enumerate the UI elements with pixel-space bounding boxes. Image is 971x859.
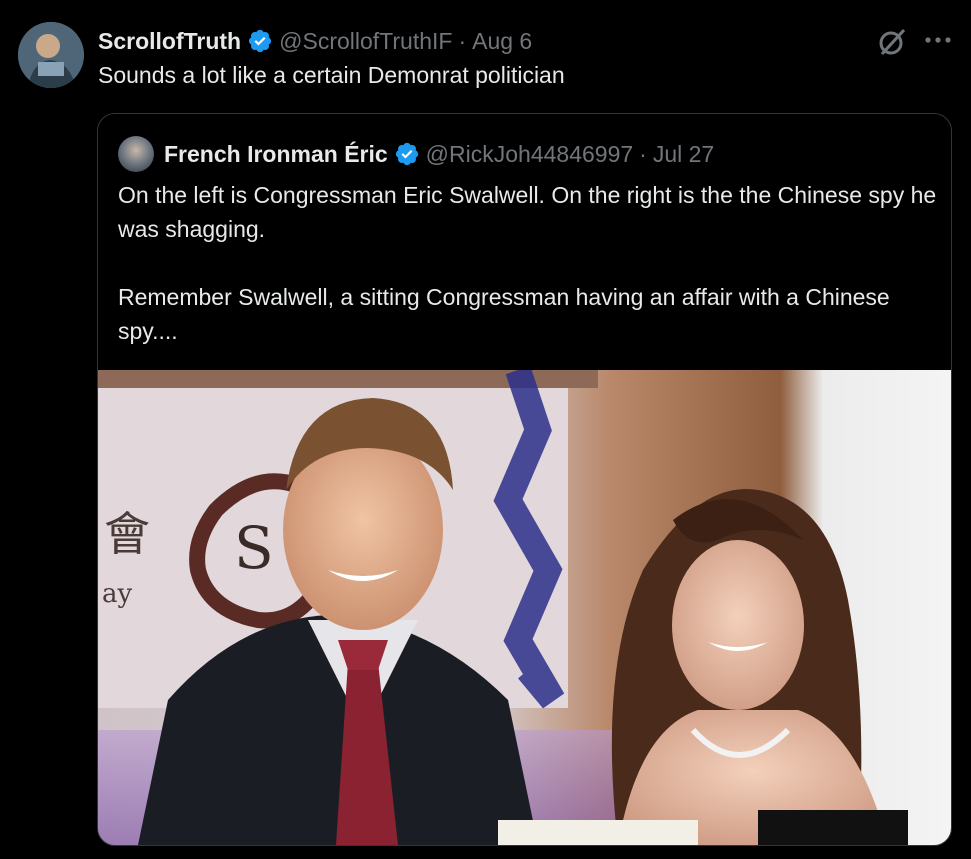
quoted-tweet-text: On the left is Congressman Eric Swalwell… (118, 178, 938, 348)
quoted-author-handle[interactable]: @RickJoh44846997 (426, 141, 633, 168)
author-handle[interactable]: @ScrollofTruthIF (279, 28, 452, 55)
quoted-paragraph: Remember Swalwell, a sitting Congressman… (118, 284, 890, 344)
grok-icon[interactable] (876, 26, 908, 58)
photo-chinese-character: 會 (104, 507, 150, 561)
separator-dot: · (458, 27, 467, 54)
photo-logo-letter: S (234, 514, 274, 582)
quoted-tweet-header: French Ironman Éric @RickJoh44846997 · J… (118, 136, 941, 172)
quoted-tweet-date[interactable]: Jul 27 (653, 141, 714, 168)
verified-badge-icon (247, 28, 273, 54)
quoted-tweet-card[interactable]: French Ironman Éric @RickJoh44846997 · J… (97, 113, 952, 846)
quoted-author-display-name[interactable]: French Ironman Éric (164, 141, 388, 168)
verified-badge-icon (394, 141, 420, 167)
tweet-date[interactable]: Aug 6 (472, 28, 532, 55)
tweet-text: Sounds a lot like a certain Demonrat pol… (98, 62, 565, 88)
attached-photo[interactable]: S 會 ay (98, 370, 951, 845)
author-display-name[interactable]: ScrollofTruth (98, 28, 241, 55)
quoted-paragraph: On the left is Congressman Eric Swalwell… (118, 182, 937, 242)
photo-banner-fragment: ay (102, 579, 133, 609)
quoted-author-avatar[interactable] (118, 136, 154, 172)
author-avatar[interactable] (18, 22, 84, 88)
separator-dot: · (639, 140, 647, 167)
more-icon[interactable] (918, 24, 958, 56)
tweet-header: ScrollofTruth @ScrollofTruthIF · Aug 6 (98, 24, 971, 58)
